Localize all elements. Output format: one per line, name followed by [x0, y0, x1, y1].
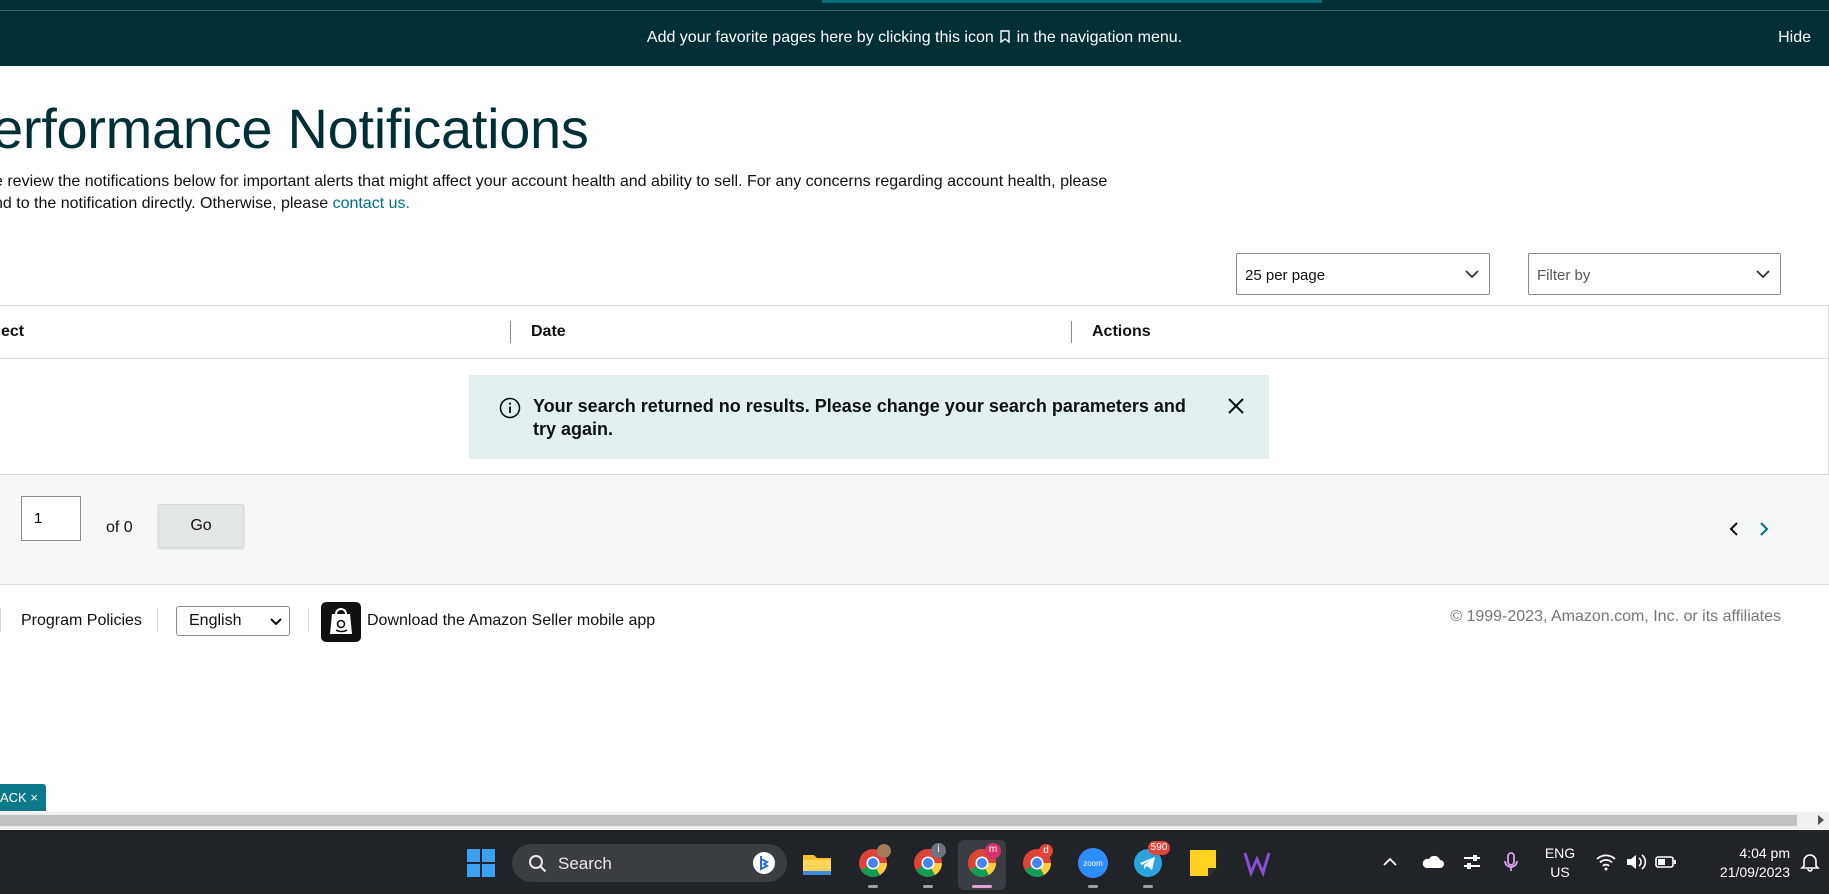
page-title: erformance Notifications [0, 97, 589, 160]
app-running-indicator [1143, 885, 1153, 888]
app-running-indicator [1088, 885, 1098, 888]
clock-date: 21/09/2023 [1719, 864, 1790, 880]
profile-badge-d: d [1039, 844, 1053, 858]
column-header-date[interactable]: Date [531, 323, 566, 341]
description-line-2: nd to the notification directly. Otherwi… [0, 195, 329, 212]
filter-by-placeholder: Filter by [1537, 267, 1591, 284]
chevron-right-icon[interactable] [1757, 521, 1771, 537]
scroll-right-arrow-icon[interactable] [1817, 815, 1825, 825]
taskbar-search-box[interactable]: Search [512, 844, 787, 882]
settings-sliders-icon[interactable] [1462, 852, 1482, 872]
zoom-icon[interactable]: zoom [1077, 847, 1109, 879]
chevron-down-icon [1756, 270, 1770, 279]
wifi-icon[interactable] [1596, 853, 1616, 871]
clock[interactable]: 4:04 pm 21/09/2023 [1690, 844, 1790, 882]
column-header-actions[interactable]: Actions [1092, 323, 1151, 341]
banner-message-end: in the navigation menu. [1016, 29, 1183, 46]
horizontal-scrollbar[interactable] [0, 812, 1829, 829]
column-divider[interactable] [510, 321, 511, 343]
top-nav-strip [0, 0, 1829, 11]
battery-icon[interactable] [1655, 854, 1677, 870]
alert-message: Your search returned no results. Please … [533, 396, 1186, 439]
column-divider[interactable] [1071, 321, 1072, 343]
active-app-indicator [972, 885, 992, 888]
app-running-indicator [868, 885, 878, 888]
bing-chat-icon[interactable] [752, 851, 776, 875]
page-number-input[interactable] [21, 496, 81, 541]
program-policies-link[interactable]: Program Policies [21, 612, 142, 630]
language-select[interactable]: English [176, 606, 290, 636]
footer-divider [0, 608, 1, 632]
profile-badge-m: m [985, 843, 1001, 859]
per-page-select[interactable]: 25 per page [1236, 253, 1490, 295]
favorites-banner: Add your favorite pages here by clicking… [0, 11, 1829, 66]
language-value: English [189, 612, 242, 629]
clock-time: 4:04 pm [1739, 845, 1790, 861]
close-icon[interactable] [1227, 397, 1245, 415]
windows-taskbar: Search i m d zoom 590 ENG US 4:04 pm 21/… [0, 830, 1829, 894]
profile-badge-i: i [931, 843, 946, 858]
chevron-down-icon [270, 618, 282, 626]
svg-text:zoom: zoom [1083, 859, 1103, 868]
taskbar-search-placeholder: Search [558, 854, 612, 873]
notifications-table: ect Date Actions Your search returned no… [0, 305, 1829, 475]
region-code: US [1550, 864, 1570, 880]
column-header-subject[interactable]: ect [1, 323, 24, 341]
pagination-bar: of 0 Go [0, 475, 1829, 585]
notification-bell-icon[interactable] [1800, 852, 1820, 872]
windows-start-icon[interactable] [465, 847, 497, 879]
page-count-label: of 0 [106, 519, 133, 536]
description-line-1: e review the notifications below for imp… [0, 173, 1108, 190]
contact-us-link[interactable]: contact us. [333, 195, 410, 212]
telegram-unread-badge: 590 [1148, 841, 1170, 855]
copyright-text: © 1999-2023, Amazon.com, Inc. or its aff… [1450, 608, 1781, 625]
page-description: e review the notifications below for imp… [0, 171, 1154, 215]
scrollbar-thumb[interactable] [0, 815, 1797, 826]
input-language-indicator[interactable]: ENG US [1540, 844, 1580, 882]
chevron-left-icon[interactable] [1727, 521, 1741, 537]
file-explorer-icon[interactable] [801, 847, 833, 879]
language-code: ENG [1544, 845, 1576, 861]
amazon-seller-app-icon[interactable] [321, 602, 361, 642]
hide-banner-button[interactable]: Hide [1778, 29, 1811, 47]
feedback-tab[interactable]: ACK × [0, 784, 46, 811]
volume-icon[interactable] [1625, 853, 1647, 871]
sticky-notes-icon[interactable] [1187, 847, 1219, 879]
no-results-alert: Your search returned no results. Please … [469, 375, 1269, 459]
download-app-link[interactable]: Download the Amazon Seller mobile app [367, 612, 655, 630]
bookmark-icon [1000, 30, 1010, 43]
search-icon [529, 855, 547, 873]
microphone-icon[interactable] [1502, 851, 1520, 873]
info-icon [499, 397, 521, 419]
page-footer: Program Policies English Download the Am… [0, 586, 1829, 646]
onedrive-cloud-icon[interactable] [1420, 853, 1444, 871]
footer-divider [308, 608, 309, 632]
footer-divider [157, 608, 158, 632]
banner-message-start: Add your favorite pages here by clicking… [646, 29, 994, 46]
profile-avatar-badge [877, 844, 891, 858]
chevron-down-icon [1465, 270, 1479, 279]
chevron-up-icon[interactable] [1382, 854, 1398, 870]
banner-message: Add your favorite pages here by clicking… [0, 29, 1829, 47]
go-button[interactable]: Go [158, 504, 244, 548]
shopping-bag-icon [330, 608, 352, 634]
w-app-icon[interactable] [1241, 847, 1273, 879]
filter-by-select[interactable]: Filter by [1528, 253, 1781, 295]
table-header: ect Date Actions [0, 306, 1828, 359]
per-page-value: 25 per page [1245, 267, 1326, 284]
active-nav-tab-indicator [822, 0, 1322, 3]
app-running-indicator [923, 885, 933, 888]
